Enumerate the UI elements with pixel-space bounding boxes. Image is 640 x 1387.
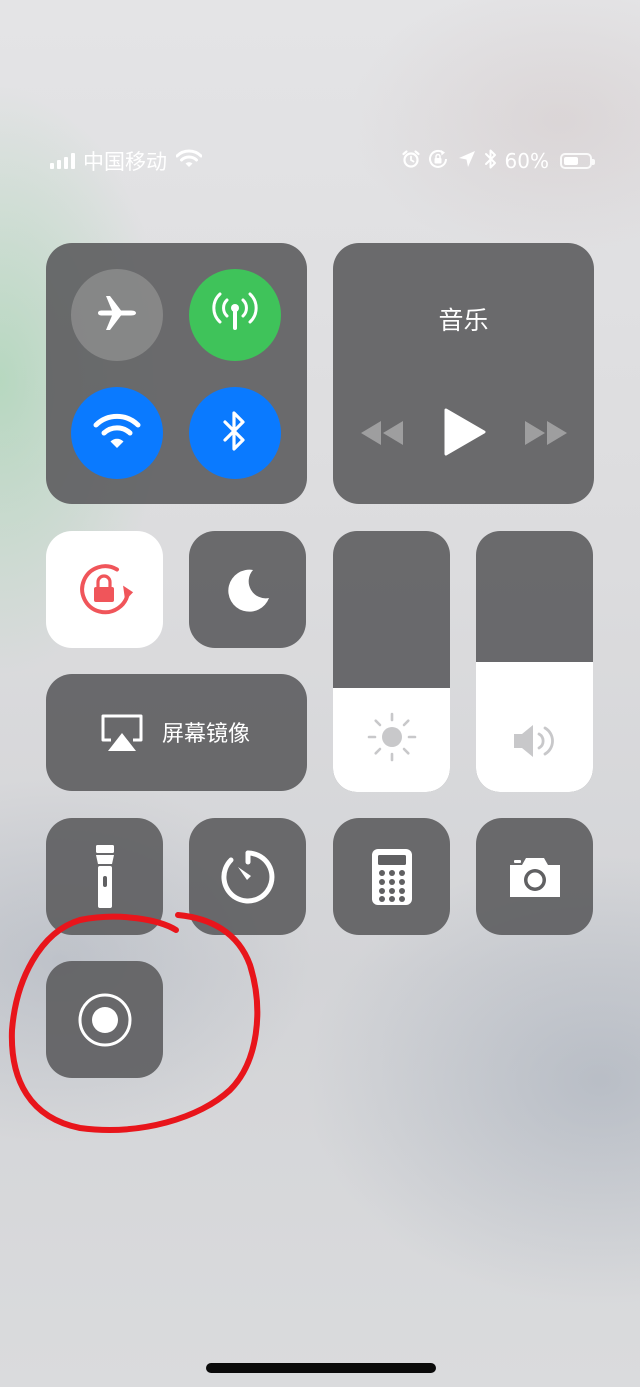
flashlight-button[interactable] [46,818,163,935]
cellular-data-toggle[interactable] [189,269,281,361]
alarm-icon [401,149,421,173]
bluetooth-toggle[interactable] [189,387,281,479]
camera-button[interactable] [476,818,593,935]
timer-icon [189,818,306,935]
flashlight-icon [46,818,163,935]
do-not-disturb-toggle[interactable] [189,531,306,648]
battery-icon [560,153,595,169]
play-icon[interactable] [443,407,487,461]
music-panel[interactable]: 音乐 [333,243,594,504]
location-icon [457,149,477,173]
rotation-lock-toggle[interactable] [46,531,163,648]
calculator-icon [333,818,450,935]
bluetooth-icon [484,148,498,174]
brightness-slider[interactable] [333,531,450,792]
calculator-button[interactable] [333,818,450,935]
wifi-icon [175,149,203,173]
airplane-icon [94,290,140,340]
signal-icon [50,153,75,169]
bluetooth-icon [220,409,250,457]
screen-mirroring-button[interactable]: 屏幕镜像 [46,674,307,791]
speaker-icon [476,718,593,764]
timer-button[interactable] [189,818,306,935]
camera-icon [476,818,593,935]
moon-icon [189,531,306,648]
status-bar-left: 中国移动 [50,146,203,176]
status-bar-right: 60% [401,146,595,176]
status-bar: 中国移动 60% [50,146,595,176]
connectivity-panel [46,243,307,504]
music-title: 音乐 [438,306,489,335]
wifi-icon [93,411,141,455]
wifi-toggle[interactable] [71,387,163,479]
battery-level-fill [564,157,579,165]
carrier-name: 中国移动 [83,150,167,174]
screen-recording-button[interactable] [46,961,163,1078]
rotation-lock-icon [46,531,163,648]
fast-forward-icon[interactable] [523,419,569,451]
screen-mirroring-label: 屏幕镜像 [162,722,251,747]
battery-percent: 60% [504,149,549,173]
rotation-lock-icon [428,149,450,173]
airplane-mode-toggle[interactable] [71,269,163,361]
volume-slider[interactable] [476,531,593,792]
screen-record-icon [46,961,163,1078]
sun-icon [333,710,450,764]
cellular-antenna-icon [210,290,260,340]
home-indicator[interactable] [206,1363,436,1373]
rewind-icon[interactable] [359,419,405,451]
airplay-icon [99,712,145,758]
